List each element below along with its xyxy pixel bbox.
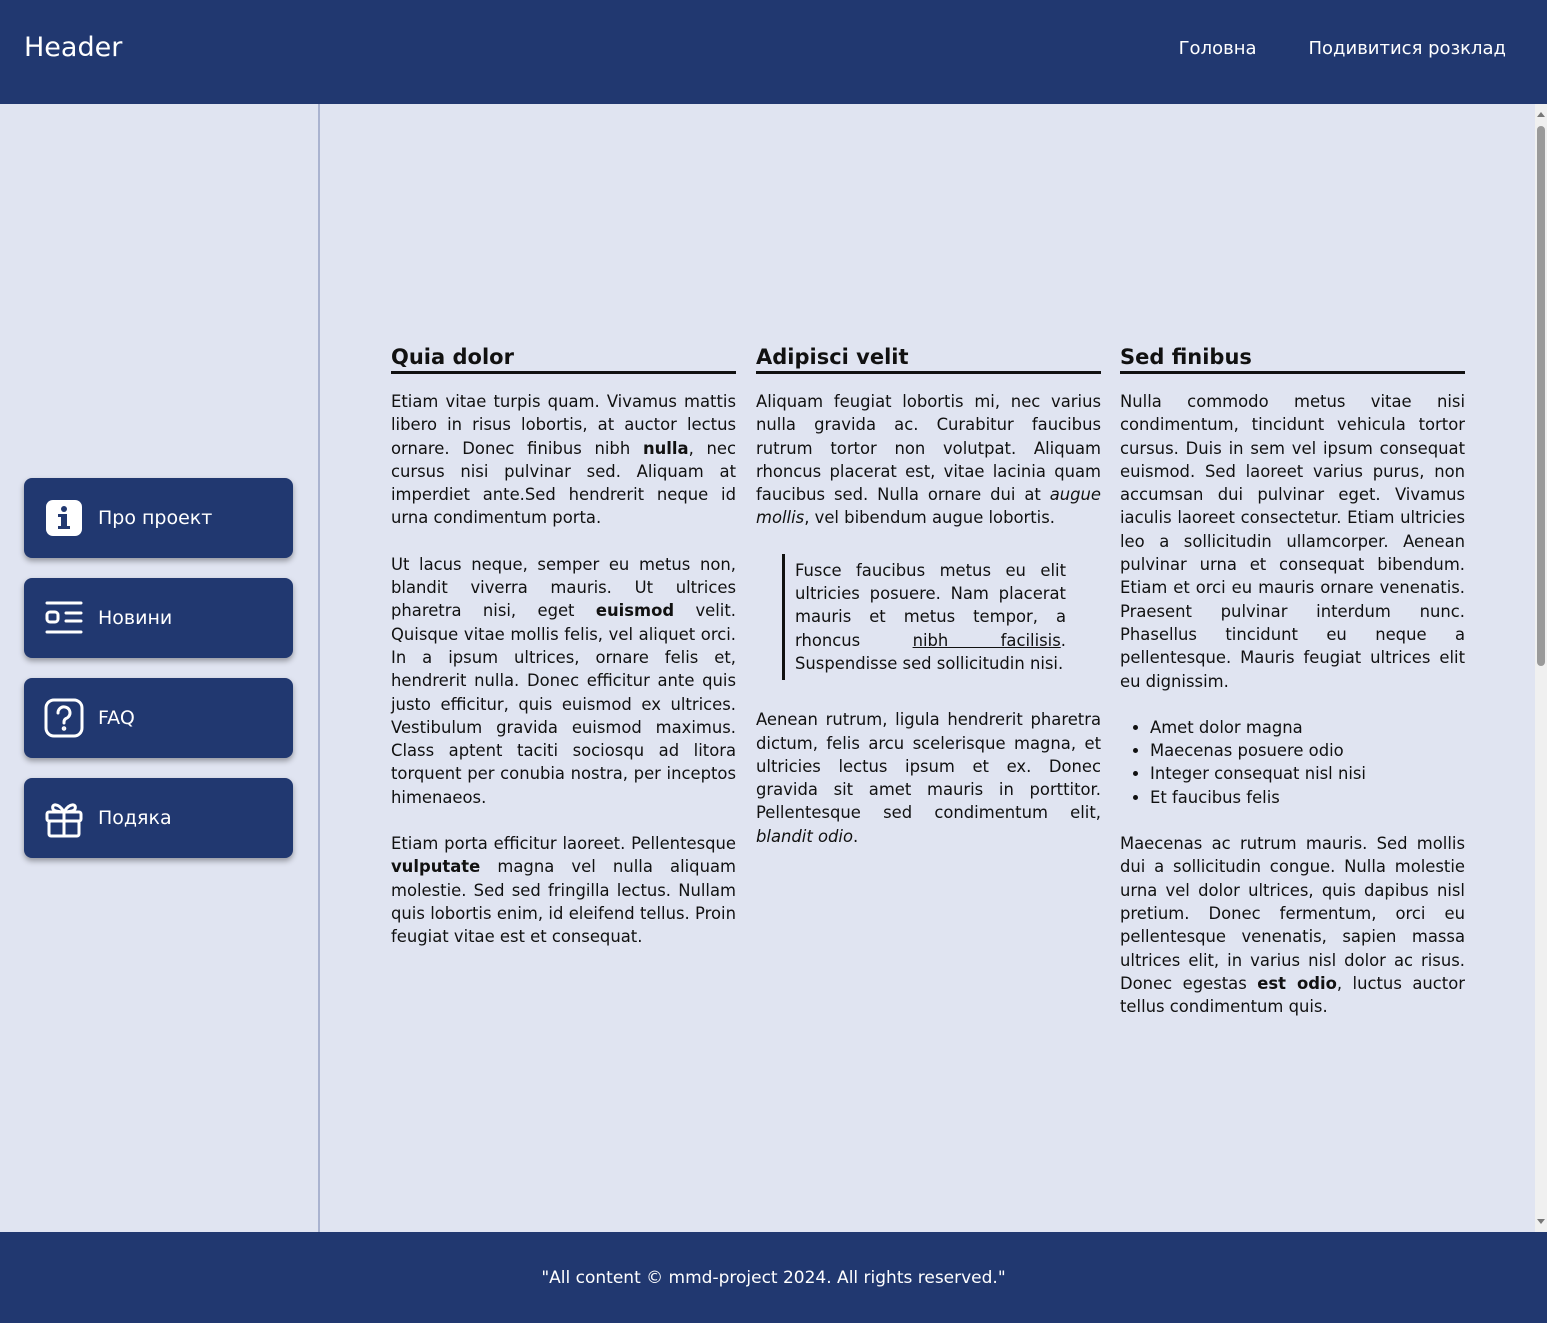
- sidebar-item-label: Новини: [98, 607, 173, 629]
- article-title: Adipisci velit: [756, 344, 1101, 374]
- article-quote: Fusce faucibus metus eu elit ultricies p…: [782, 553, 1066, 681]
- copyright-text: "All content © mmd-project 2024. All rig…: [541, 1267, 1006, 1288]
- list-item: Amet dolor magna: [1150, 716, 1465, 739]
- scrollbar-thumb[interactable]: [1537, 126, 1545, 666]
- sidebar-item-label: Про проект: [98, 507, 213, 529]
- nav-link-schedule[interactable]: Подивитися розклад: [1309, 38, 1507, 59]
- list-item: Integer consequat nisl nisi: [1150, 762, 1465, 785]
- article-column-2: Adipisci velit Aliquam feugiat lobortis …: [756, 344, 1101, 871]
- article-title: Quia dolor: [391, 344, 736, 374]
- article-column-1: Quia dolor Etiam vitae turpis quam. Viva…: [391, 344, 736, 972]
- article-paragraph: Maecenas ac rutrum mauris. Sed mollis du…: [1120, 834, 1465, 1017]
- scroll-down-arrow-icon[interactable]: [1537, 1219, 1545, 1224]
- news-icon: [44, 598, 84, 638]
- article-column-3: Sed finibus Nulla commodo metus vitae ni…: [1120, 344, 1465, 1041]
- scroll-up-arrow-icon[interactable]: [1537, 112, 1545, 117]
- list-item: Maecenas posuere odio: [1150, 739, 1465, 762]
- article-paragraph: Etiam vitae turpis quam. Vivamus mattis …: [391, 392, 737, 528]
- sidebar-item-label: Подяка: [98, 807, 172, 829]
- article-paragraph: Aenean rutrum, ligula hendrerit pharetra…: [756, 710, 1101, 846]
- article-paragraph: Ut lacus neque, semper eu metus non, bla…: [391, 554, 736, 807]
- top-nav: Головна Подивитися розклад: [1179, 38, 1506, 59]
- article-paragraph: Aliquam feugiat lobortis mi, nec varius …: [756, 392, 1101, 528]
- article-paragraph: Nulla commodo metus vitae nisi condiment…: [1120, 392, 1465, 691]
- page-footer: "All content © mmd-project 2024. All rig…: [0, 1232, 1547, 1323]
- article-paragraph: Etiam porta efficitur laoreet. Pellentes…: [391, 834, 736, 947]
- page-scrollbar[interactable]: [1535, 104, 1547, 1232]
- sidebar-item-faq[interactable]: FAQ: [24, 678, 293, 758]
- gift-icon: [44, 798, 84, 838]
- sidebar-item-news[interactable]: Новини: [24, 578, 293, 658]
- sidebar-item-thanks[interactable]: Подяка: [24, 778, 293, 858]
- sidebar-item-label: FAQ: [98, 707, 135, 729]
- info-icon: [44, 498, 84, 538]
- brand-title: Header: [24, 32, 123, 63]
- list-item: Et faucibus felis: [1150, 786, 1465, 809]
- sidebar-item-about[interactable]: Про проект: [24, 478, 293, 558]
- nav-link-home[interactable]: Головна: [1179, 38, 1257, 59]
- article-list: Amet dolor magna Maecenas posuere odio I…: [1150, 716, 1465, 809]
- page-header: Header Головна Подивитися розклад: [0, 0, 1547, 104]
- question-icon: [44, 698, 84, 738]
- article-title: Sed finibus: [1120, 344, 1465, 374]
- sidebar: Про проект Новини FAQ Подяка: [0, 104, 320, 1232]
